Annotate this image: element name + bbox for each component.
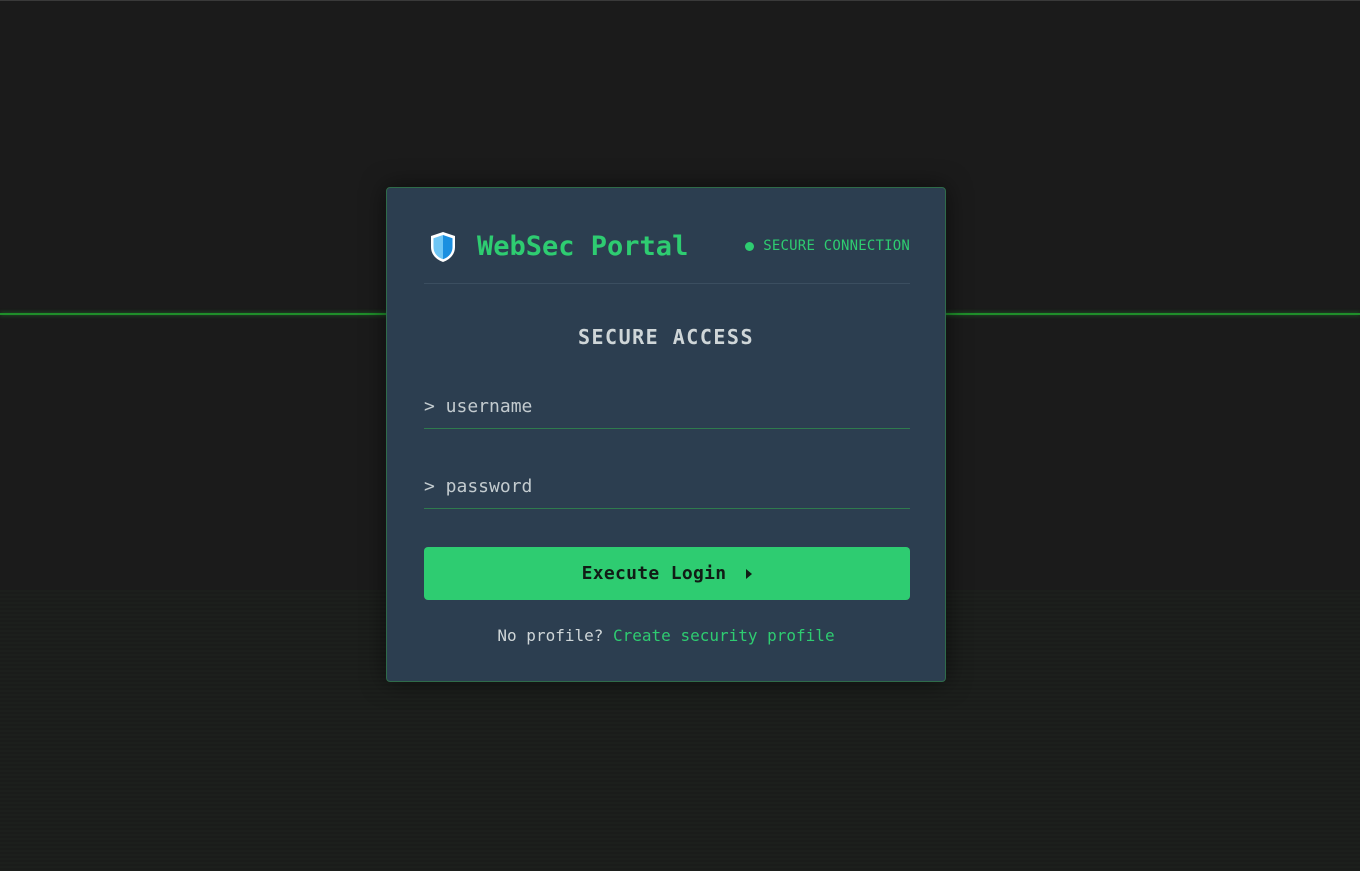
signup-prompt-text: No profile? [497,626,604,645]
shield-icon [428,230,458,264]
caret-right-icon [746,568,753,579]
username-input[interactable] [424,384,910,428]
card-header: WebSec Portal SECURE CONNECTION [424,226,910,284]
form-title: SECURE ACCESS [577,325,755,349]
username-field [424,384,910,429]
password-field [424,464,910,509]
status-text: SECURE CONNECTION [763,238,910,254]
login-page: WebSec Portal SECURE CONNECTION SECURE A… [0,0,1360,871]
execute-login-button[interactable]: Execute Login [424,547,910,600]
create-profile-link[interactable]: Create security profile [613,626,835,645]
brand-title: WebSec Portal [477,231,689,262]
password-input[interactable] [424,464,910,508]
top-border [0,0,1360,1]
login-card: WebSec Portal SECURE CONNECTION SECURE A… [386,187,946,682]
login-button-label: Execute Login [581,563,727,584]
connection-status: SECURE CONNECTION [745,237,910,255]
status-dot-icon [745,241,755,251]
signup-prompt: No profile? Create security profile [387,625,945,647]
